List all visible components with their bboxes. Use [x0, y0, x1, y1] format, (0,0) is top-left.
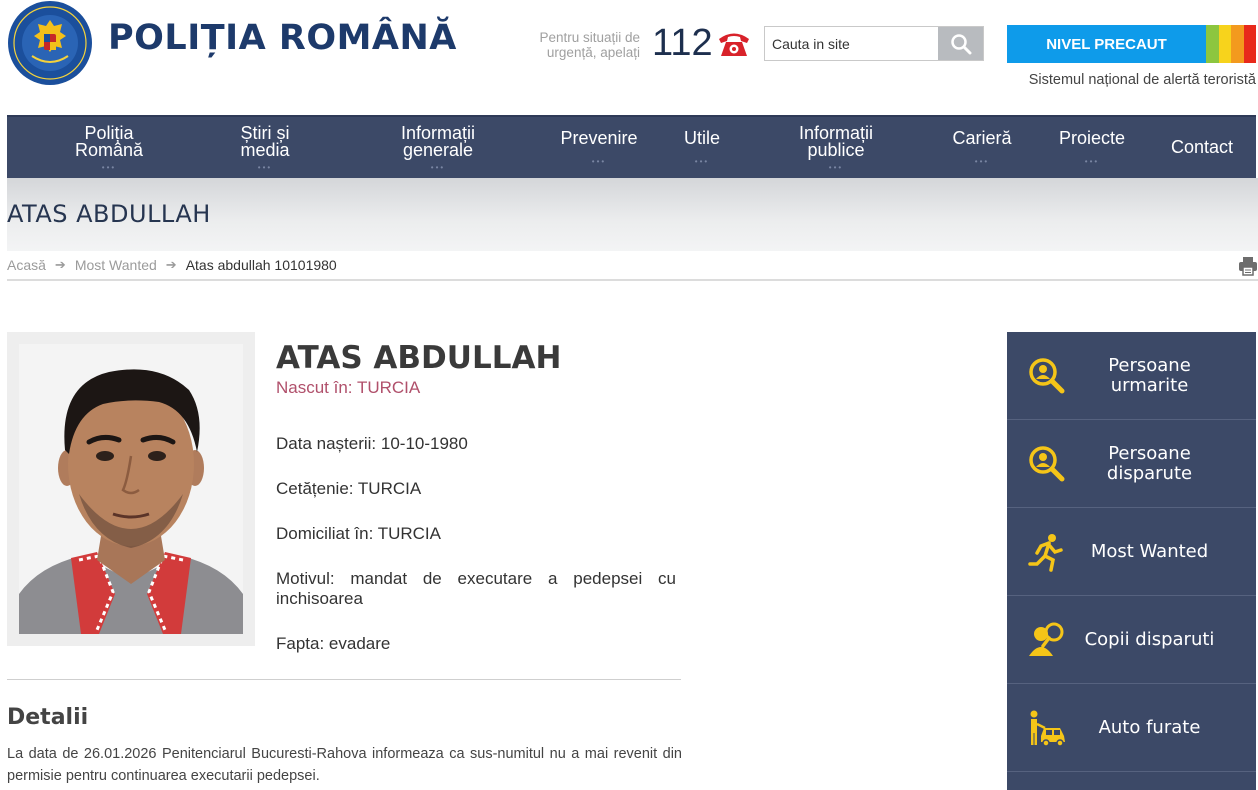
nav-dots: ••• — [828, 162, 844, 172]
nav-label: Prevenire — [560, 128, 638, 148]
site-title[interactable]: POLIȚIA ROMÂNĂ — [108, 18, 457, 58]
nav-item-contact[interactable]: Contact — [1162, 117, 1242, 178]
sidebar-item-label: Persoane disparute — [1106, 443, 1193, 484]
breadcrumb-current: Atas abdullah 10101980 — [185, 257, 337, 273]
sidebar-item-copii-disparuti[interactable]: Copii disparuti — [1007, 596, 1256, 684]
emergency-text-line-1: Pentru situații de — [539, 30, 640, 45]
phone-icon — [719, 33, 749, 56]
suspect-photo-image — [19, 344, 243, 634]
police-logo[interactable] — [6, 0, 94, 86]
nav-label: Proiecte — [1058, 128, 1126, 148]
breadcrumb-most-wanted[interactable]: Most Wanted — [75, 257, 157, 273]
nav-dots: ••• — [257, 162, 273, 172]
search-icon — [950, 33, 971, 54]
nav-item-informatii-publice[interactable]: Informații publice ••• — [781, 117, 891, 178]
breadcrumb-arrow-icon: ➔ — [165, 257, 177, 272]
search-input[interactable] — [765, 27, 939, 60]
terror-alert-level[interactable]: NIVEL PRECAUT — [1007, 25, 1256, 63]
nav-item-stiri-media[interactable]: Știri și media ••• — [220, 117, 310, 178]
nav-label: Utile — [683, 128, 720, 148]
suspect-photo[interactable] — [19, 344, 243, 634]
nav-label: Informații — [400, 122, 476, 143]
photo-frame — [7, 332, 255, 646]
breadcrumb-arrow-icon: ➔ — [54, 257, 66, 272]
sidebar: Persoane urmarite Persoane disparute Mos… — [1007, 332, 1256, 790]
nav-item-prevenire[interactable]: Prevenire ••• — [549, 117, 649, 178]
alert-subtitle: Sistemul național de alertă teroristă — [1028, 72, 1256, 88]
nav-label: publice — [807, 139, 865, 160]
suspect-name: ATAS ABDULLAH — [276, 340, 562, 376]
main-nav: Poliția Română ••• Știri și media ••• In… — [7, 115, 1256, 178]
details-text: La data de 26.01.2026 Penitenciarul Bucu… — [7, 746, 682, 784]
child-search-icon — [1029, 622, 1064, 656]
nav-label: Contact — [1170, 137, 1234, 157]
nav-label: generale — [402, 139, 474, 160]
sidebar-item-label: Copii disparuti — [1084, 629, 1215, 650]
nav-label: Carieră — [952, 128, 1012, 148]
sidebar-item-persoane-disparute[interactable]: Persoane disparute — [1007, 420, 1256, 508]
nav-label: Știri și — [240, 122, 290, 143]
nav-label: Informații — [798, 122, 874, 143]
page-title: ATAS ABDULLAH — [7, 200, 211, 228]
emergency-number: 112 — [652, 22, 713, 64]
nav-item-politia-romana[interactable]: Poliția Română ••• — [59, 117, 159, 178]
sidebar-item-most-wanted[interactable]: Most Wanted — [1007, 508, 1256, 596]
suspect-residence: Domiciliat în: TURCIA — [276, 524, 441, 543]
sidebar-item-auto-furate[interactable]: Auto furate — [1007, 684, 1256, 772]
site-header: POLIȚIA ROMÂNĂ Pentru situații de urgenț… — [0, 0, 1258, 108]
sidebar-item-label: Persoane urmarite — [1108, 355, 1191, 396]
breadcrumb-home[interactable]: Acasă — [7, 257, 46, 273]
suspect-citizenship: Cetățenie: TURCIA — [276, 479, 422, 498]
nav-dots: ••• — [694, 157, 710, 166]
alert-swatch-red — [1243, 25, 1256, 63]
nav-dots: ••• — [430, 162, 446, 172]
emergency-text: Pentru situații de urgență, apelați — [520, 30, 640, 60]
print-icon[interactable] — [1238, 256, 1258, 276]
search-person-icon — [1029, 446, 1065, 482]
suspect-reason: Motivul: mandat de executare a pedepsei … — [276, 569, 676, 608]
nav-item-cariera[interactable]: Carieră ••• — [937, 117, 1027, 178]
nav-item-proiecte[interactable]: Proiecte ••• — [1047, 117, 1137, 178]
nav-label: Poliția — [84, 122, 134, 143]
search-person-icon — [1029, 358, 1065, 394]
nav-dots: ••• — [101, 162, 117, 172]
nav-item-utile[interactable]: Utile ••• — [672, 117, 732, 178]
stolen-car-icon — [1030, 710, 1065, 747]
sidebar-item-persoane-urmarite[interactable]: Persoane urmarite — [1007, 332, 1256, 420]
nav-dots: ••• — [591, 157, 607, 166]
alert-swatch-yellow — [1218, 25, 1231, 63]
breadcrumb: Acasă ➔ Most Wanted ➔ Atas abdullah 1010… — [7, 251, 1258, 281]
section-divider — [7, 679, 681, 680]
nav-dots: ••• — [1084, 157, 1100, 166]
alert-swatch-green — [1206, 25, 1219, 63]
nav-label: media — [240, 139, 290, 160]
sidebar-item-label: Auto furate — [1098, 717, 1201, 738]
nav-dots: ••• — [974, 157, 990, 166]
search-box — [764, 26, 984, 61]
search-button[interactable] — [938, 27, 983, 60]
suspect-offense: Fapta: evadare — [276, 634, 391, 653]
page-title-band: ATAS ABDULLAH — [7, 178, 1258, 251]
suspect-birth-date: Data nașterii: 10-10-1980 — [276, 434, 468, 453]
alert-level-label: NIVEL PRECAUT — [1007, 25, 1206, 63]
suspect-birthplace: Nascut în: TURCIA — [276, 378, 421, 397]
emergency-text-line-2: urgență, apelați — [546, 45, 640, 60]
nav-label: Română — [74, 139, 144, 160]
alert-swatch-orange — [1231, 25, 1244, 63]
sidebar-item-label: Most Wanted — [1090, 541, 1209, 562]
running-person-icon — [1028, 534, 1063, 572]
nav-item-informatii-generale[interactable]: Informații generale ••• — [383, 117, 493, 178]
details-heading: Detalii — [7, 705, 89, 730]
